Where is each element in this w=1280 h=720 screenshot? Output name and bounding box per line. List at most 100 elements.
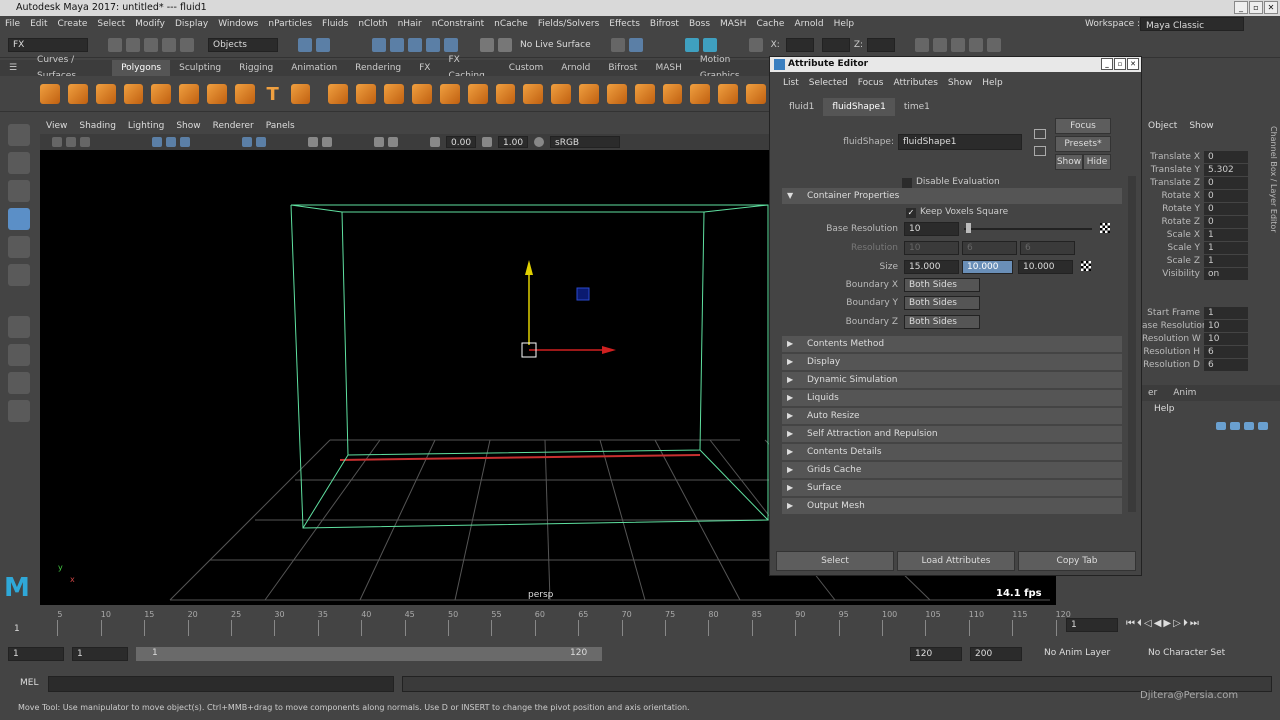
menu-file[interactable]: File xyxy=(0,16,25,32)
live-surface-label[interactable]: No Live Surface xyxy=(520,40,591,50)
multi-cut-icon[interactable] xyxy=(579,83,599,104)
snap-curve-icon[interactable] xyxy=(390,37,404,52)
planar-map-icon[interactable] xyxy=(718,83,739,104)
menu-arnold[interactable]: Arnold xyxy=(789,16,828,32)
select-by-hierarchy-icon[interactable] xyxy=(298,37,312,52)
menu-edit[interactable]: Edit xyxy=(25,16,52,32)
animation-end-field[interactable]: 200 xyxy=(970,647,1022,661)
channel-row[interactable]: Translate Y 5.302 xyxy=(1142,163,1280,176)
anim-layer-select[interactable]: No Anim Layer xyxy=(1044,648,1110,658)
mirror-icon[interactable] xyxy=(439,83,460,104)
play-backward-icon[interactable]: ◀ xyxy=(1154,618,1162,629)
smooth-shade-icon[interactable] xyxy=(256,137,266,147)
poly-cone-icon[interactable] xyxy=(123,83,144,104)
shape-channel-row[interactable]: ase Resolution 10 xyxy=(1142,319,1280,332)
viewport-menu-renderer[interactable]: Renderer xyxy=(207,118,260,134)
construction-history-icon[interactable] xyxy=(498,37,512,52)
layer-tab-anim[interactable]: Anim xyxy=(1163,388,1206,398)
ae-scrollbar[interactable] xyxy=(1128,176,1136,512)
size-y-field[interactable]: 10.000 xyxy=(962,260,1013,274)
base-resolution-slider-track[interactable] xyxy=(964,228,1092,230)
channel-value[interactable]: 0 xyxy=(1204,215,1248,228)
exposure-field[interactable]: 0.00 xyxy=(446,136,476,148)
channel-row[interactable]: Scale X 1 xyxy=(1142,228,1280,241)
close-button[interactable]: ✕ xyxy=(1264,1,1278,14)
fill-hole-icon[interactable] xyxy=(551,83,572,104)
channel-value[interactable]: 6 xyxy=(1204,345,1248,358)
z-field[interactable] xyxy=(867,37,896,52)
poly-cube-icon[interactable] xyxy=(67,83,88,104)
tool-settings-icon[interactable] xyxy=(969,37,984,52)
viewport-menu-view[interactable]: View xyxy=(40,118,73,134)
dynamic-simulation-section[interactable]: Dynamic Simulation xyxy=(782,372,1122,388)
output-mesh-section[interactable]: Output Mesh xyxy=(782,498,1122,514)
connect-icon[interactable] xyxy=(634,83,655,104)
ae-load-attributes-button[interactable]: Load Attributes xyxy=(897,551,1015,571)
exposure-icon[interactable] xyxy=(430,137,440,147)
workspace-select[interactable]: Maya Classic xyxy=(1140,17,1244,31)
menu-bifrost[interactable]: Bifrost xyxy=(645,16,684,32)
viewport-menu-panels[interactable]: Panels xyxy=(260,118,301,134)
keep-voxels-square-checkbox[interactable]: ✓ xyxy=(906,208,916,218)
boundary-z-select[interactable]: Both Sides xyxy=(904,315,980,329)
ae-menu-attributes[interactable]: Attributes xyxy=(888,72,942,94)
shelf-tab-arnold[interactable]: Arnold xyxy=(552,60,599,76)
auto-map-icon[interactable] xyxy=(746,83,766,104)
current-frame-field[interactable]: 1 xyxy=(1066,618,1118,632)
boolean-icon[interactable] xyxy=(411,83,432,104)
ae-menu-help[interactable]: Help xyxy=(977,72,1008,94)
channel-value[interactable]: 1 xyxy=(1204,254,1248,267)
shelf-tab-mash[interactable]: MASH xyxy=(646,60,690,76)
menu-windows[interactable]: Windows xyxy=(213,16,263,32)
menu-boss[interactable]: Boss xyxy=(684,16,715,32)
snap-point-icon[interactable] xyxy=(408,37,422,52)
x-field[interactable] xyxy=(785,37,814,52)
new-layer-icon[interactable] xyxy=(1244,422,1254,430)
film-gate-icon[interactable] xyxy=(166,137,176,147)
surface-section[interactable]: Surface xyxy=(782,480,1122,496)
outliner-layout-icon[interactable] xyxy=(8,400,30,422)
snap-view-icon[interactable] xyxy=(426,37,440,52)
select-tool-icon[interactable] xyxy=(8,124,30,146)
playback-end-field[interactable]: 120 xyxy=(910,647,962,661)
move-tool-icon[interactable] xyxy=(8,208,30,230)
channel-row[interactable]: Translate X 0 xyxy=(1142,150,1280,163)
channel-value[interactable]: 1 xyxy=(1204,241,1248,254)
save-scene-icon[interactable] xyxy=(144,37,158,52)
character-controls-icon[interactable] xyxy=(933,37,948,52)
lights-icon[interactable] xyxy=(308,137,318,147)
size-map-icon[interactable] xyxy=(1081,261,1091,271)
contents-details-section[interactable]: Contents Details xyxy=(782,444,1122,460)
menu-help[interactable]: Help xyxy=(829,16,860,32)
separate-icon[interactable] xyxy=(356,83,377,104)
shelf-tab-sculpting[interactable]: Sculpting xyxy=(170,60,230,76)
animation-start-field[interactable]: 1 xyxy=(8,647,64,661)
base-resolution-slider-handle[interactable] xyxy=(966,223,971,233)
size-z-field[interactable]: 10.000 xyxy=(1018,260,1073,274)
menu-nhair[interactable]: nHair xyxy=(393,16,427,32)
select-camera-icon[interactable] xyxy=(52,137,62,147)
shelf-tab-rigging[interactable]: Rigging xyxy=(230,60,282,76)
new-scene-icon[interactable] xyxy=(108,37,122,52)
container-properties-section[interactable]: Container Properties xyxy=(782,188,1122,204)
uv-editor-icon[interactable] xyxy=(690,83,711,104)
snap-grid-icon[interactable] xyxy=(372,37,386,52)
shelf-tab-rendering[interactable]: Rendering xyxy=(346,60,410,76)
poly-sphere-icon[interactable] xyxy=(40,83,60,104)
bevel-icon[interactable] xyxy=(523,83,544,104)
channel-box-menu-object[interactable]: Object xyxy=(1148,121,1177,131)
shelf-tab-polygons[interactable]: Polygons xyxy=(112,60,171,76)
range-slider-bar[interactable] xyxy=(136,647,602,661)
shadows-icon[interactable] xyxy=(322,137,332,147)
attribute-editor-toggle-icon[interactable] xyxy=(951,37,966,52)
view-transform-select[interactable]: sRGB gamma xyxy=(550,136,620,160)
snap-surface-icon[interactable] xyxy=(444,37,458,52)
paint-select-icon[interactable] xyxy=(8,180,30,202)
channel-value[interactable]: on xyxy=(1204,267,1248,280)
step-forward-icon[interactable]: ▷ xyxy=(1173,618,1181,629)
ae-copy-tab-button[interactable]: Copy Tab xyxy=(1018,551,1136,571)
channel-row[interactable]: Translate Z 0 xyxy=(1142,176,1280,189)
menu-mash[interactable]: MASH xyxy=(715,16,751,32)
two-view-layout-icon[interactable] xyxy=(8,372,30,394)
selection-mode-select[interactable]: Objects xyxy=(208,37,278,52)
